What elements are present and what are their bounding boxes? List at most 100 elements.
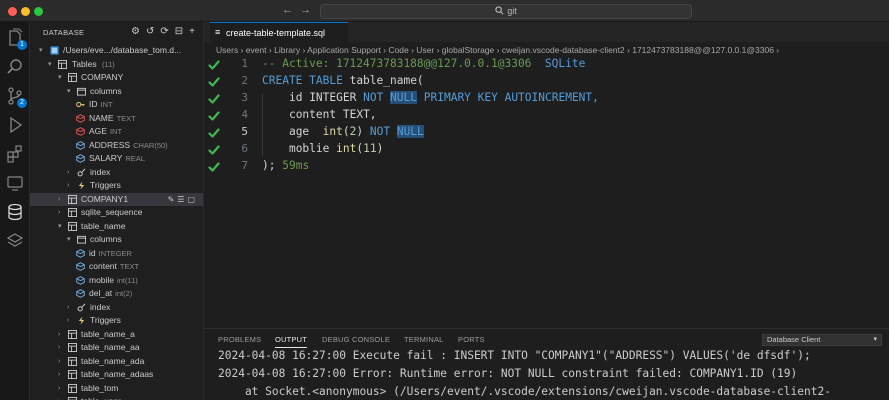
tree-item[interactable]: AGE INT <box>30 125 203 139</box>
history-icon[interactable]: ↺ <box>146 26 154 37</box>
tree-item[interactable]: › sqlite_sequence <box>30 206 203 220</box>
chevron-right-icon[interactable]: › <box>58 328 60 342</box>
breadcrumb[interactable]: Users › event › Library › Application Su… <box>204 42 889 58</box>
tab-create-table-template[interactable]: ≡ create-table-template.sql <box>210 22 348 42</box>
tree-item[interactable]: ID INT <box>30 98 203 112</box>
checkmark-icon[interactable] <box>208 93 220 105</box>
tree-item[interactable]: › table_user <box>30 395 203 400</box>
connection-row[interactable]: ▾ /Users/eve.../database_tom.d... <box>30 44 203 58</box>
tree-item[interactable]: › table_tom <box>30 382 203 396</box>
tree-item[interactable]: › Triggers <box>30 314 203 328</box>
line-number: 4 <box>241 108 248 121</box>
layers-icon[interactable] <box>5 231 25 251</box>
tree-item[interactable]: › table_name_ada <box>30 355 203 369</box>
minimize-window-button[interactable] <box>21 7 30 16</box>
checkmark-icon[interactable] <box>208 59 220 71</box>
tree-item[interactable]: mobile int(11) <box>30 274 203 288</box>
column-icon <box>76 289 85 298</box>
command-center-search[interactable]: git <box>320 4 692 19</box>
command-center-text: git <box>507 6 517 16</box>
chevron-right-icon[interactable]: › <box>58 382 60 396</box>
chevron-down-icon[interactable]: ▾ <box>58 71 62 85</box>
edit-pencil-icon[interactable]: ✎ <box>168 195 178 204</box>
tree-item[interactable]: › table_name_adaas <box>30 368 203 382</box>
tables-group-row[interactable]: ▾ Tables (11) <box>30 58 203 72</box>
chevron-down-icon[interactable]: ▾ <box>67 85 71 99</box>
tree-item[interactable]: ▾ columns <box>30 85 203 99</box>
checkmark-icon[interactable] <box>208 144 220 156</box>
tree-item[interactable]: › Triggers <box>30 179 203 193</box>
database-icon[interactable] <box>5 202 25 222</box>
chevron-right-icon[interactable]: › <box>58 395 60 400</box>
chevron-right-icon[interactable]: › <box>67 166 69 180</box>
source-control-icon[interactable]: 2 <box>5 86 27 108</box>
column-icon <box>76 154 85 163</box>
tree-item[interactable]: ▾ columns <box>30 233 203 247</box>
maximize-window-button[interactable] <box>34 7 43 16</box>
chevron-right-icon[interactable]: › <box>58 206 60 220</box>
tree-item[interactable]: › index <box>30 166 203 180</box>
tree-item[interactable]: ADDRESS CHAR(50) <box>30 139 203 153</box>
open-table-icon[interactable]: ☰ <box>177 195 187 204</box>
tree-item[interactable]: › index <box>30 301 203 315</box>
tree-item-label: table_name_ada <box>81 355 145 366</box>
add-connection-icon[interactable]: + <box>189 26 195 37</box>
close-window-button[interactable] <box>8 7 17 16</box>
checkmark-icon[interactable] <box>208 161 220 173</box>
new-query-icon[interactable]: ▢ <box>187 195 198 204</box>
tree-item[interactable]: id INTEGER <box>30 247 203 261</box>
line-number: 6 <box>241 142 248 155</box>
forward-arrow-icon[interactable]: → <box>300 4 311 16</box>
collapse-all-icon[interactable]: ⊟ <box>175 26 183 37</box>
tree-item[interactable]: NAME TEXT <box>30 112 203 126</box>
search-icon[interactable] <box>5 57 25 77</box>
chevron-right-icon[interactable]: › <box>58 355 60 369</box>
back-arrow-icon[interactable]: ← <box>282 4 293 16</box>
tree-item[interactable]: ▾ table_name <box>30 220 203 234</box>
code-line-6[interactable]: moblie int(11) <box>262 142 383 155</box>
code-line-2[interactable]: CREATE TABLE table_name( <box>262 74 424 87</box>
tab-ports[interactable]: PORTS <box>458 335 485 344</box>
chevron-down-icon[interactable]: ▾ <box>67 233 71 247</box>
code-line-5[interactable]: age int(2) NOT NULL <box>262 125 424 138</box>
explorer-icon[interactable]: 1 <box>5 28 27 50</box>
chevron-right-icon[interactable]: › <box>67 301 69 315</box>
tab-problems[interactable]: PROBLEMS <box>218 335 261 344</box>
tree-item[interactable]: content TEXT <box>30 260 203 274</box>
output-channel-select[interactable]: Database Client ▾ <box>762 334 882 346</box>
tab-debug-console[interactable]: DEBUG CONSOLE <box>322 335 390 344</box>
tab-output[interactable]: OUTPUT <box>275 335 308 348</box>
code-line-4[interactable]: content TEXT, <box>262 108 377 121</box>
tree-item[interactable]: SALARY REAL <box>30 152 203 166</box>
integer-type-token: INTEGER <box>309 91 357 104</box>
tree-item[interactable]: › table_name_a <box>30 328 203 342</box>
checkmark-icon[interactable] <box>208 110 220 122</box>
tab-terminal[interactable]: TERMINAL <box>404 335 444 344</box>
run-debug-icon[interactable] <box>5 115 25 135</box>
tree-item[interactable]: › table_name_aa <box>30 341 203 355</box>
index-icon <box>77 168 86 176</box>
chevron-right-icon[interactable]: › <box>58 368 60 382</box>
code-line-3[interactable]: id INTEGER NOT NULL PRIMARY KEY AUTOINCR… <box>262 91 599 104</box>
code-line-7[interactable]: ); 59ms <box>262 159 309 172</box>
chevron-down-icon[interactable]: ▾ <box>39 44 43 58</box>
chevron-right-icon[interactable]: › <box>58 193 60 207</box>
chevron-down-icon[interactable]: ▾ <box>48 58 52 72</box>
tree-item[interactable]: ▾ COMPANY <box>30 71 203 85</box>
checkmark-icon[interactable] <box>208 127 220 139</box>
checkmark-icon[interactable] <box>208 76 220 88</box>
refresh-icon[interactable]: ⟳ <box>160 26 168 37</box>
remote-explorer-icon[interactable] <box>5 173 25 193</box>
tree-item[interactable]: del_at int(2) <box>30 287 203 301</box>
settings-gear-icon[interactable]: ⚙ <box>131 26 140 37</box>
column-id-token: id <box>288 91 303 104</box>
chevron-right-icon[interactable]: › <box>67 179 69 193</box>
chevron-right-icon[interactable]: › <box>58 341 60 355</box>
code-line-1[interactable]: -- Active: 1712473783188@@127.0.0.1@3306… <box>262 57 585 70</box>
tree-item[interactable]: › COMPANY1 ✎☰▢ <box>30 192 203 207</box>
chevron-down-icon[interactable]: ▾ <box>58 220 62 234</box>
chevron-right-icon[interactable]: › <box>67 314 69 328</box>
column-type: int(2) <box>115 289 133 298</box>
extensions-icon[interactable] <box>5 144 25 164</box>
close-paren-token: ); <box>262 159 276 172</box>
